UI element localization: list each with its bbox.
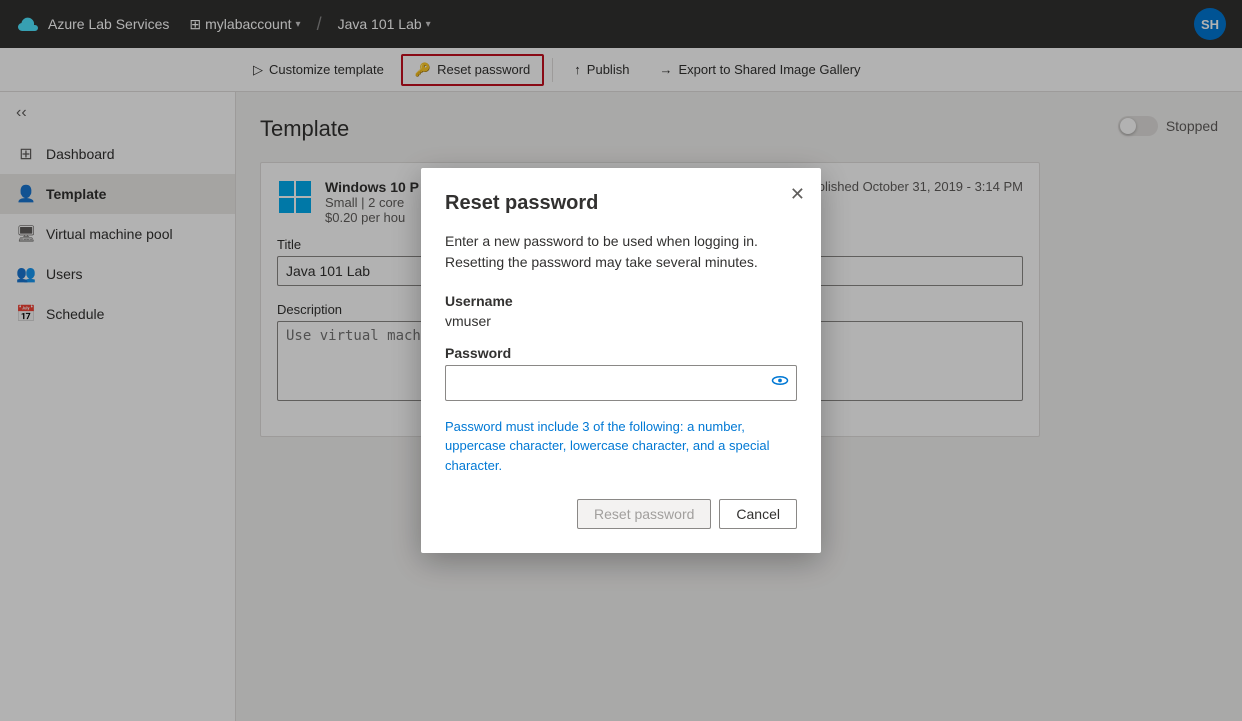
password-label: Password [445, 345, 797, 361]
modal-description: Enter a new password to be used when log… [445, 231, 797, 273]
reset-password-submit-button[interactable]: Reset password [577, 499, 711, 529]
modal-close-button[interactable]: ✕ [790, 184, 805, 205]
password-input-wrapper [445, 365, 797, 401]
modal-overlay: ✕ Reset password Enter a new password to… [0, 0, 1242, 721]
password-group: Password [445, 345, 797, 401]
cancel-button[interactable]: Cancel [719, 499, 797, 529]
username-label: Username [445, 293, 797, 309]
username-value: vmuser [445, 313, 797, 329]
password-input[interactable] [445, 365, 797, 401]
password-hint: Password must include 3 of the following… [445, 417, 797, 476]
show-password-button[interactable] [771, 371, 789, 394]
reset-password-modal: ✕ Reset password Enter a new password to… [421, 168, 821, 554]
modal-title: Reset password [445, 192, 797, 215]
modal-footer: Reset password Cancel [445, 499, 797, 529]
